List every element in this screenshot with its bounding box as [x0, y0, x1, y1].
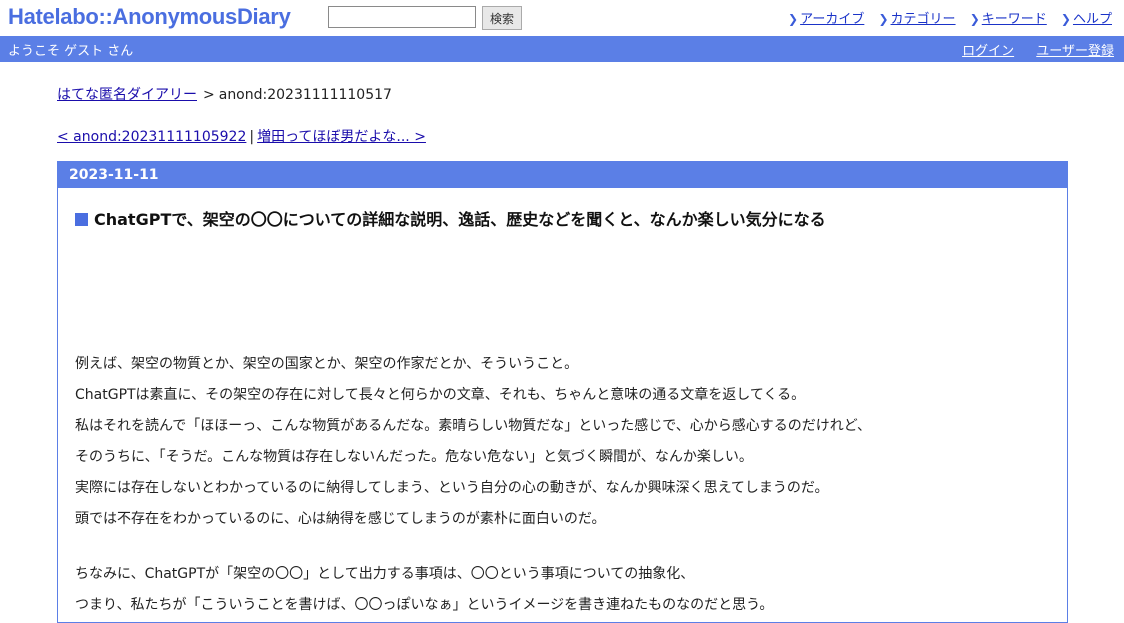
entry-pager: < anond:20231111105922 | 増田ってほぼ男だよな... > [57, 126, 426, 146]
nav-item-keyword[interactable]: ❯ キーワード [970, 12, 1047, 27]
entry-title: ChatGPTで、架空の〇〇についての詳細な説明、逸話、歴史などを聞くと、なんか… [75, 206, 826, 230]
nav-link-help[interactable]: ヘルプ [1073, 12, 1112, 27]
diary-entry: 2023-11-11 ChatGPTで、架空の〇〇についての詳細な説明、逸話、歴… [57, 161, 1068, 623]
square-bullet-icon[interactable] [75, 213, 88, 226]
breadcrumb-home-link[interactable]: はてな匿名ダイアリー [57, 87, 197, 103]
nav-link-archive[interactable]: アーカイブ [800, 12, 864, 27]
nav-item-archive[interactable]: ❯ アーカイブ [788, 12, 864, 27]
chevron-right-icon: ❯ [969, 12, 980, 26]
search-input[interactable] [328, 6, 476, 28]
entry-date: 2023-11-11 [58, 162, 1067, 188]
user-bar: ようこそ ゲスト さん ログイン ユーザー登録 [0, 36, 1124, 62]
body-line: 例えば、架空の物質とか、架空の国家とか、架空の作家だとか、そういうこと。 [75, 356, 579, 372]
user-links: ログイン ユーザー登録 [944, 40, 1114, 59]
entry-title-text: ChatGPTで、架空の〇〇についての詳細な説明、逸話、歴史などを聞くと、なんか… [94, 210, 826, 229]
register-link[interactable]: ユーザー登録 [1036, 44, 1114, 59]
body-line: つまり、私たちが「こういうことを書けば、〇〇っぽいなぁ」というイメージを書き連ね… [75, 597, 774, 613]
body-line: ちなみに、ChatGPTが「架空の〇〇」として出力する事項は、〇〇という事項につ… [75, 566, 695, 582]
nav-link-category[interactable]: カテゴリー [891, 12, 956, 27]
top-header: Hatelabo::AnonymousDiary 検索 ❯ アーカイブ ❯ カテゴリ… [0, 0, 1124, 36]
login-link[interactable]: ログイン [962, 44, 1014, 59]
body-line: ChatGPTは素直に、その架空の存在に対して長々と何らかの文章、それも、ちゃん… [75, 387, 806, 403]
nav-item-category[interactable]: ❯ カテゴリー [878, 12, 955, 27]
prev-entry-link[interactable]: < anond:20231111105922 [57, 129, 246, 145]
breadcrumb: はてな匿名ダイアリー > anond:20231111110517 [57, 84, 392, 104]
breadcrumb-separator: > [203, 87, 215, 103]
welcome-text: ようこそ ゲスト さん [8, 44, 134, 59]
chevron-right-icon: ❯ [788, 12, 799, 26]
body-line: 私はそれを読んで「ほほーっ、こんな物質があるんだな。素晴らしい物質だな」といった… [75, 418, 872, 434]
chevron-right-icon: ❯ [1060, 12, 1071, 26]
nav-link-keyword[interactable]: キーワード [982, 12, 1047, 27]
site-logo[interactable]: Hatelabo::AnonymousDiary [8, 4, 291, 30]
pager-divider: | [249, 129, 255, 145]
top-nav: ❯ アーカイブ ❯ カテゴリー ❯ キーワード ❯ ヘルプ [778, 8, 1112, 27]
nav-item-help[interactable]: ❯ ヘルプ [1061, 12, 1112, 27]
body-line: 頭では不存在をわかっているのに、心は納得を感じてしまうのが素朴に面白いのだ。 [75, 511, 606, 527]
body-line: そのうちに、「そうだ。こんな物質は存在しないんだった。危ない危ない」と気づく瞬間… [75, 449, 753, 465]
breadcrumb-current: anond:20231111110517 [218, 87, 392, 103]
entry-body: 例えば、架空の物質とか、架空の国家とか、架空の作家だとか、そういうこと。 Cha… [75, 349, 871, 621]
next-entry-link[interactable]: 増田ってほぼ男だよな... > [257, 129, 426, 145]
search-button[interactable]: 検索 [482, 6, 522, 30]
body-line: 実際には存在しないとわかっているのに納得してしまう、という自分の心の動きが、なん… [75, 480, 829, 496]
chevron-right-icon: ❯ [878, 12, 889, 26]
